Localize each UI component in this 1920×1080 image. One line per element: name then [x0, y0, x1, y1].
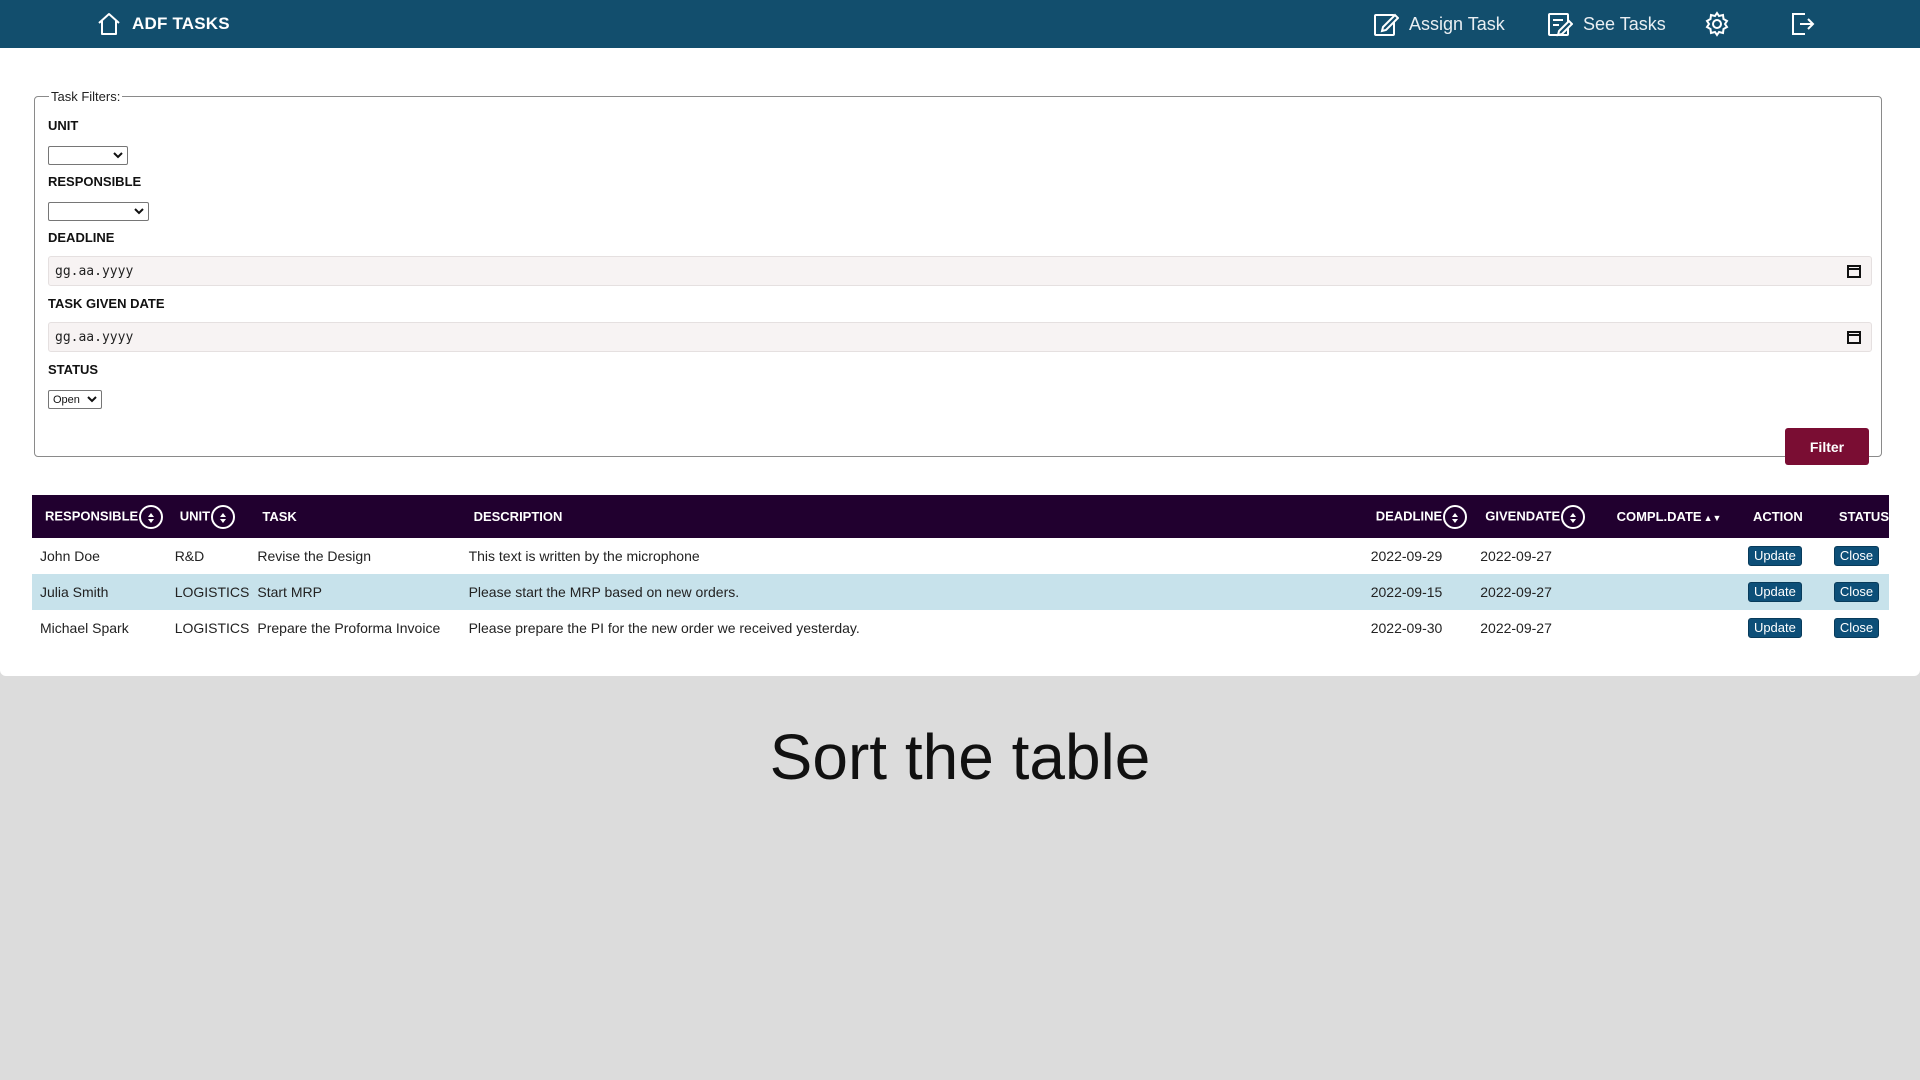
header-compl-date-label: COMPL.DATE — [1616, 509, 1702, 524]
cell-compl-date — [1604, 610, 1740, 646]
header-action: ACTION — [1740, 495, 1826, 538]
sort-icon[interactable] — [139, 504, 164, 529]
edit-icon — [1373, 11, 1399, 37]
cell-givendate: 2022-09-27 — [1480, 584, 1552, 600]
instruction-caption: Sort the table — [769, 721, 1151, 793]
cell-compl-date — [1604, 574, 1740, 610]
settings-button[interactable] — [1704, 0, 1730, 48]
chevron-down-icon — [113, 150, 123, 163]
cell-unit: LOGISTICS — [174, 620, 250, 636]
header-responsible-label: RESPONSIBLE — [45, 507, 139, 523]
update-button[interactable]: Update — [1747, 546, 1802, 566]
cell-givendate: 2022-09-27 — [1480, 620, 1552, 636]
update-button[interactable]: Update — [1747, 618, 1802, 638]
header-unit[interactable]: UNIT — [167, 495, 250, 538]
header-compl-date[interactable]: COMPL.DATE ▲▼ — [1604, 495, 1740, 538]
table-header-row: RESPONSIBLE UNIT TASK DESCRIPTION DEADLI… — [32, 495, 1889, 538]
header-givendate[interactable]: GIVENDATE — [1472, 495, 1603, 538]
app-title: ADF TASKS — [132, 14, 230, 33]
table-row: Michael Spark LOGISTICS Prepare the Prof… — [32, 610, 1889, 646]
task-filters: Task Filters: UNIT RESPONSIBLE DEADLINE … — [34, 89, 1882, 465]
unit-label: UNIT — [48, 118, 79, 133]
task-list-icon — [1547, 11, 1573, 37]
cell-responsible: Michael Spark — [40, 620, 129, 636]
cell-responsible: Julia Smith — [40, 584, 109, 600]
header-givendate-label: GIVENDATE — [1485, 507, 1561, 523]
close-button[interactable]: Close — [1833, 546, 1880, 566]
cell-deadline: 2022-09-15 — [1370, 584, 1443, 600]
header-responsible[interactable]: RESPONSIBLE — [32, 495, 167, 538]
status-select-value: Open — [53, 393, 80, 406]
cell-task: Prepare the Proforma Invoice — [257, 620, 441, 636]
cell-responsible: John Doe — [40, 548, 100, 564]
table-row: Julia Smith LOGISTICS Start MRP Please s… — [32, 574, 1889, 610]
header-status: STATUS — [1826, 495, 1889, 538]
filter-button[interactable]: Filter — [1785, 428, 1869, 465]
task-filters-legend: Task Filters: — [51, 89, 121, 104]
header-deadline-label: DEADLINE — [1375, 507, 1443, 523]
cell-action: Update — [1740, 538, 1826, 574]
table-row: John Doe R&D Revise the Design This text… — [32, 538, 1889, 574]
nav-assign-task-label: Assign Task — [1409, 13, 1505, 34]
cell-status: Close — [1826, 574, 1889, 610]
cell-description: This text is written by the microphone — [468, 548, 700, 564]
home-link[interactable]: ADF TASKS — [96, 0, 230, 48]
sort-icon[interactable]: ▲▼ — [1704, 513, 1722, 523]
header-deadline[interactable]: DEADLINE — [1363, 495, 1473, 538]
cell-unit: R&D — [174, 548, 205, 564]
cell-status: Close — [1826, 538, 1889, 574]
deadline-date-input[interactable]: gg.aa.yyyy — [48, 256, 1872, 286]
header-task-label: TASK — [262, 509, 297, 524]
cell-status: Close — [1826, 610, 1889, 646]
cell-givendate: 2022-09-27 — [1480, 548, 1552, 564]
update-button[interactable]: Update — [1747, 582, 1802, 602]
sort-icon[interactable] — [1443, 504, 1468, 529]
content-panel: Task Filters: UNIT RESPONSIBLE DEADLINE … — [0, 48, 1920, 676]
deadline-placeholder: gg.aa.yyyy — [55, 263, 134, 279]
cell-action: Update — [1740, 610, 1826, 646]
status-label: STATUS — [48, 362, 99, 377]
gear-icon — [1704, 11, 1730, 37]
cell-deadline: 2022-09-29 — [1370, 548, 1443, 564]
header-task: TASK — [249, 495, 460, 538]
responsible-label: RESPONSIBLE — [48, 174, 142, 189]
cell-description: Please start the MRP based on new orders… — [468, 584, 740, 600]
header-action-label: ACTION — [1752, 509, 1803, 524]
chevron-down-icon — [87, 394, 97, 407]
tasks-table-wrapper: RESPONSIBLE UNIT TASK DESCRIPTION DEADLI… — [32, 495, 1889, 646]
close-button[interactable]: Close — [1833, 582, 1880, 602]
header-description-label: DESCRIPTION — [473, 509, 563, 524]
unit-select[interactable] — [48, 146, 128, 165]
cell-unit: LOGISTICS — [174, 584, 250, 600]
cell-description: Please prepare the PI for the new order … — [468, 620, 860, 636]
header-unit-label: UNIT — [179, 507, 211, 523]
header-description: DESCRIPTION — [461, 495, 1363, 538]
cell-deadline: 2022-09-30 — [1370, 620, 1443, 636]
calendar-icon[interactable] — [1847, 330, 1861, 348]
nav-assign-task[interactable]: Assign Task — [1373, 0, 1505, 48]
deadline-label: DEADLINE — [48, 230, 115, 245]
nav-see-tasks[interactable]: See Tasks — [1547, 0, 1666, 48]
close-button[interactable]: Close — [1833, 618, 1880, 638]
task-given-date-placeholder: gg.aa.yyyy — [55, 329, 134, 345]
chevron-down-icon — [134, 206, 144, 219]
responsible-select[interactable] — [48, 202, 149, 221]
top-navbar: ADF TASKS Assign Task See Tasks — [0, 0, 1920, 48]
status-select[interactable]: Open — [48, 390, 102, 409]
logout-icon — [1790, 11, 1816, 37]
cell-task: Revise the Design — [257, 548, 371, 564]
logout-button[interactable] — [1790, 0, 1816, 48]
task-given-date-label: TASK GIVEN DATE — [48, 296, 165, 311]
header-status-label: STATUS — [1838, 509, 1889, 524]
sort-icon[interactable] — [1561, 504, 1586, 529]
cell-action: Update — [1740, 574, 1826, 610]
home-icon — [96, 12, 122, 36]
task-given-date-input[interactable]: gg.aa.yyyy — [48, 322, 1872, 352]
tasks-table: RESPONSIBLE UNIT TASK DESCRIPTION DEADLI… — [32, 495, 1889, 646]
sort-icon[interactable] — [211, 504, 236, 529]
nav-see-tasks-label: See Tasks — [1583, 13, 1666, 34]
cell-compl-date — [1604, 538, 1740, 574]
cell-task: Start MRP — [257, 584, 322, 600]
calendar-icon[interactable] — [1847, 264, 1861, 282]
